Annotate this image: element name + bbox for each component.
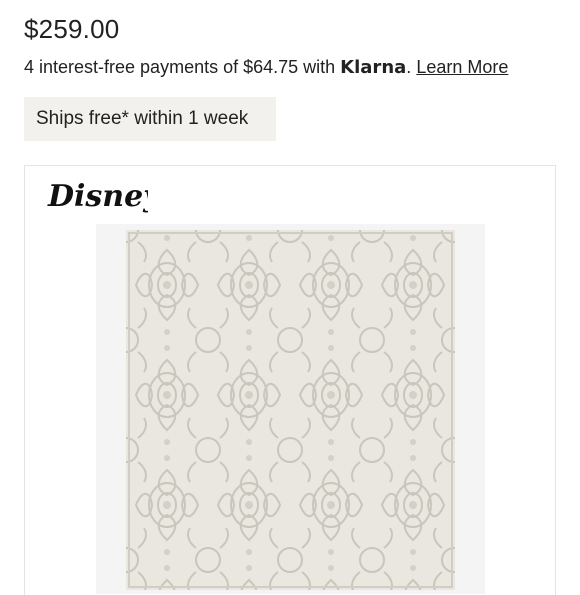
klarna-installments: 4 interest-free payments of $64.75 with … [24,57,508,78]
disney-logo: Disney [44,170,163,220]
shipping-badge: Ships free* within 1 week [24,97,276,141]
klarna-brand: Klarna [340,57,407,78]
product-rug-image[interactable] [126,230,455,590]
klarna-period: . [406,57,412,77]
learn-more-link[interactable]: Learn More [416,57,508,77]
disney-logo-text: Disney [47,179,148,214]
klarna-installments-text: 4 interest-free payments of $64.75 with [24,57,341,77]
product-price: $259.00 [24,14,120,44]
